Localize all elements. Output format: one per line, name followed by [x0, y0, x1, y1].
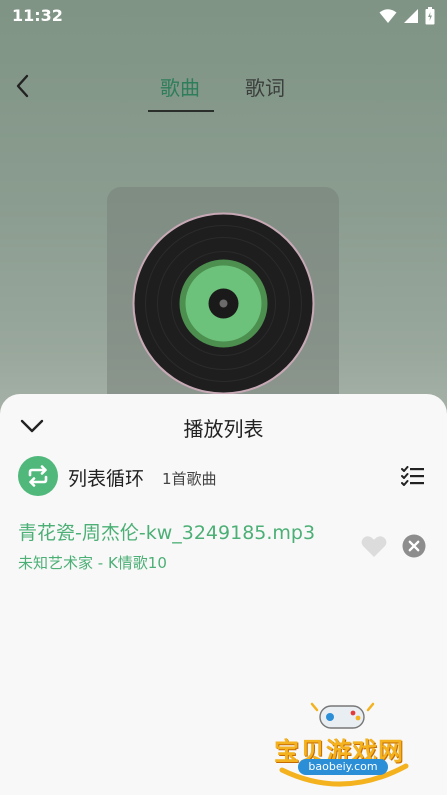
- favorite-button[interactable]: [360, 532, 388, 560]
- track-artist-album: 未知艺术家 - K情歌10: [18, 554, 167, 572]
- vinyl-record-icon: [132, 212, 315, 395]
- remove-track-button[interactable]: [401, 533, 427, 559]
- play-mode-button[interactable]: [18, 456, 58, 496]
- battery-icon: [425, 7, 435, 25]
- track-title: 青花瓷-周杰伦-kw_3249185.mp3: [18, 522, 316, 544]
- close-icon: [402, 534, 426, 558]
- manage-playlist-button[interactable]: [399, 462, 427, 490]
- back-arrow-icon: [16, 74, 29, 98]
- active-tab-indicator: [148, 110, 214, 112]
- back-button[interactable]: [8, 70, 36, 102]
- player-header: 歌曲 歌词: [0, 60, 447, 116]
- status-bar: 11:32: [0, 0, 447, 32]
- heart-icon: [361, 535, 387, 557]
- tab-lyrics[interactable]: 歌词: [245, 72, 285, 101]
- watermark-logo: 宝贝游戏网 baobeiy.com: [268, 700, 418, 788]
- music-player-screen: 11:32 歌曲 歌词 播放列表 列表循环 1首歌曲 青花瓷-周杰伦-kw_32…: [0, 0, 447, 795]
- wifi-icon: [379, 9, 397, 23]
- play-mode-label[interactable]: 列表循环: [68, 464, 144, 491]
- status-time: 11:32: [12, 6, 63, 25]
- tab-song[interactable]: 歌曲: [160, 72, 200, 101]
- status-icons: [379, 6, 435, 26]
- playlist-manage-icon: [401, 466, 424, 486]
- signal-icon: [404, 9, 418, 23]
- playlist-title: 播放列表: [183, 417, 264, 441]
- repeat-icon: [28, 465, 48, 487]
- list-item[interactable]: 青花瓷-周杰伦-kw_3249185.mp3 未知艺术家 - K情歌10: [18, 518, 429, 576]
- song-count: 1首歌曲: [162, 470, 217, 488]
- play-mode-row: 列表循环 1首歌曲: [18, 456, 429, 496]
- watermark-url: baobeiy.com: [298, 759, 388, 775]
